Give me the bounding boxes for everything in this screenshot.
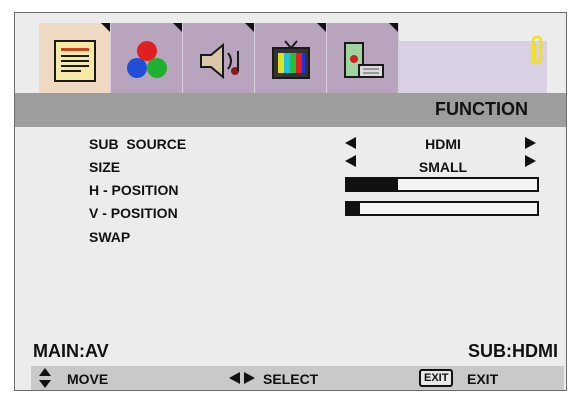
paperclip-icon [531, 35, 543, 64]
tab-color[interactable] [111, 23, 183, 103]
menu-tab-bar [39, 23, 566, 103]
page-title: FUNCTION [435, 99, 528, 119]
computer-icon [344, 42, 384, 78]
v-position-slider[interactable] [345, 201, 539, 216]
v-position-label[interactable]: V - POSITION [89, 205, 178, 221]
left-right-arrows-icon [229, 372, 255, 384]
sub-source-label[interactable]: SUB SOURCE [89, 136, 186, 152]
tab-tv[interactable] [255, 23, 327, 103]
exit-hint: EXIT [467, 371, 499, 387]
exit-key-icon: EXIT [419, 369, 454, 387]
document-icon [54, 40, 96, 82]
h-position-slider-fill [347, 179, 399, 190]
speaker-icon [200, 42, 239, 80]
size-value: SMALL [418, 159, 468, 175]
sub-source-left-arrow-icon[interactable] [345, 137, 357, 149]
up-down-arrows-icon [39, 368, 51, 388]
osd-panel: FUNCTION SUB SOURCE HDMI SIZE SMALL H - … [14, 12, 567, 391]
tab-audio[interactable] [183, 23, 255, 103]
sub-source-right-arrow-icon[interactable] [525, 137, 537, 149]
h-position-label[interactable]: H - POSITION [89, 182, 178, 198]
move-hint: MOVE [67, 371, 109, 387]
tab-picture[interactable] [39, 23, 111, 103]
size-label[interactable]: SIZE [89, 159, 120, 175]
tab-setup[interactable] [327, 23, 399, 103]
title-bar: FUNCTION [15, 93, 566, 127]
select-hint: SELECT [263, 371, 319, 387]
color-balls-icon [127, 41, 167, 78]
tv-icon [272, 40, 310, 79]
h-position-slider[interactable] [345, 177, 539, 192]
sub-source-status: SUB:HDMI [468, 341, 558, 361]
v-position-slider-fill [347, 203, 361, 214]
sub-source-value: HDMI [425, 136, 461, 152]
key-hint-bar: MOVE SELECT EXIT EXIT [31, 366, 564, 390]
size-left-arrow-icon[interactable] [345, 155, 357, 167]
main-source-status: MAIN:AV [33, 341, 109, 361]
size-right-arrow-icon[interactable] [525, 155, 537, 167]
swap-label[interactable]: SWAP [89, 229, 130, 245]
